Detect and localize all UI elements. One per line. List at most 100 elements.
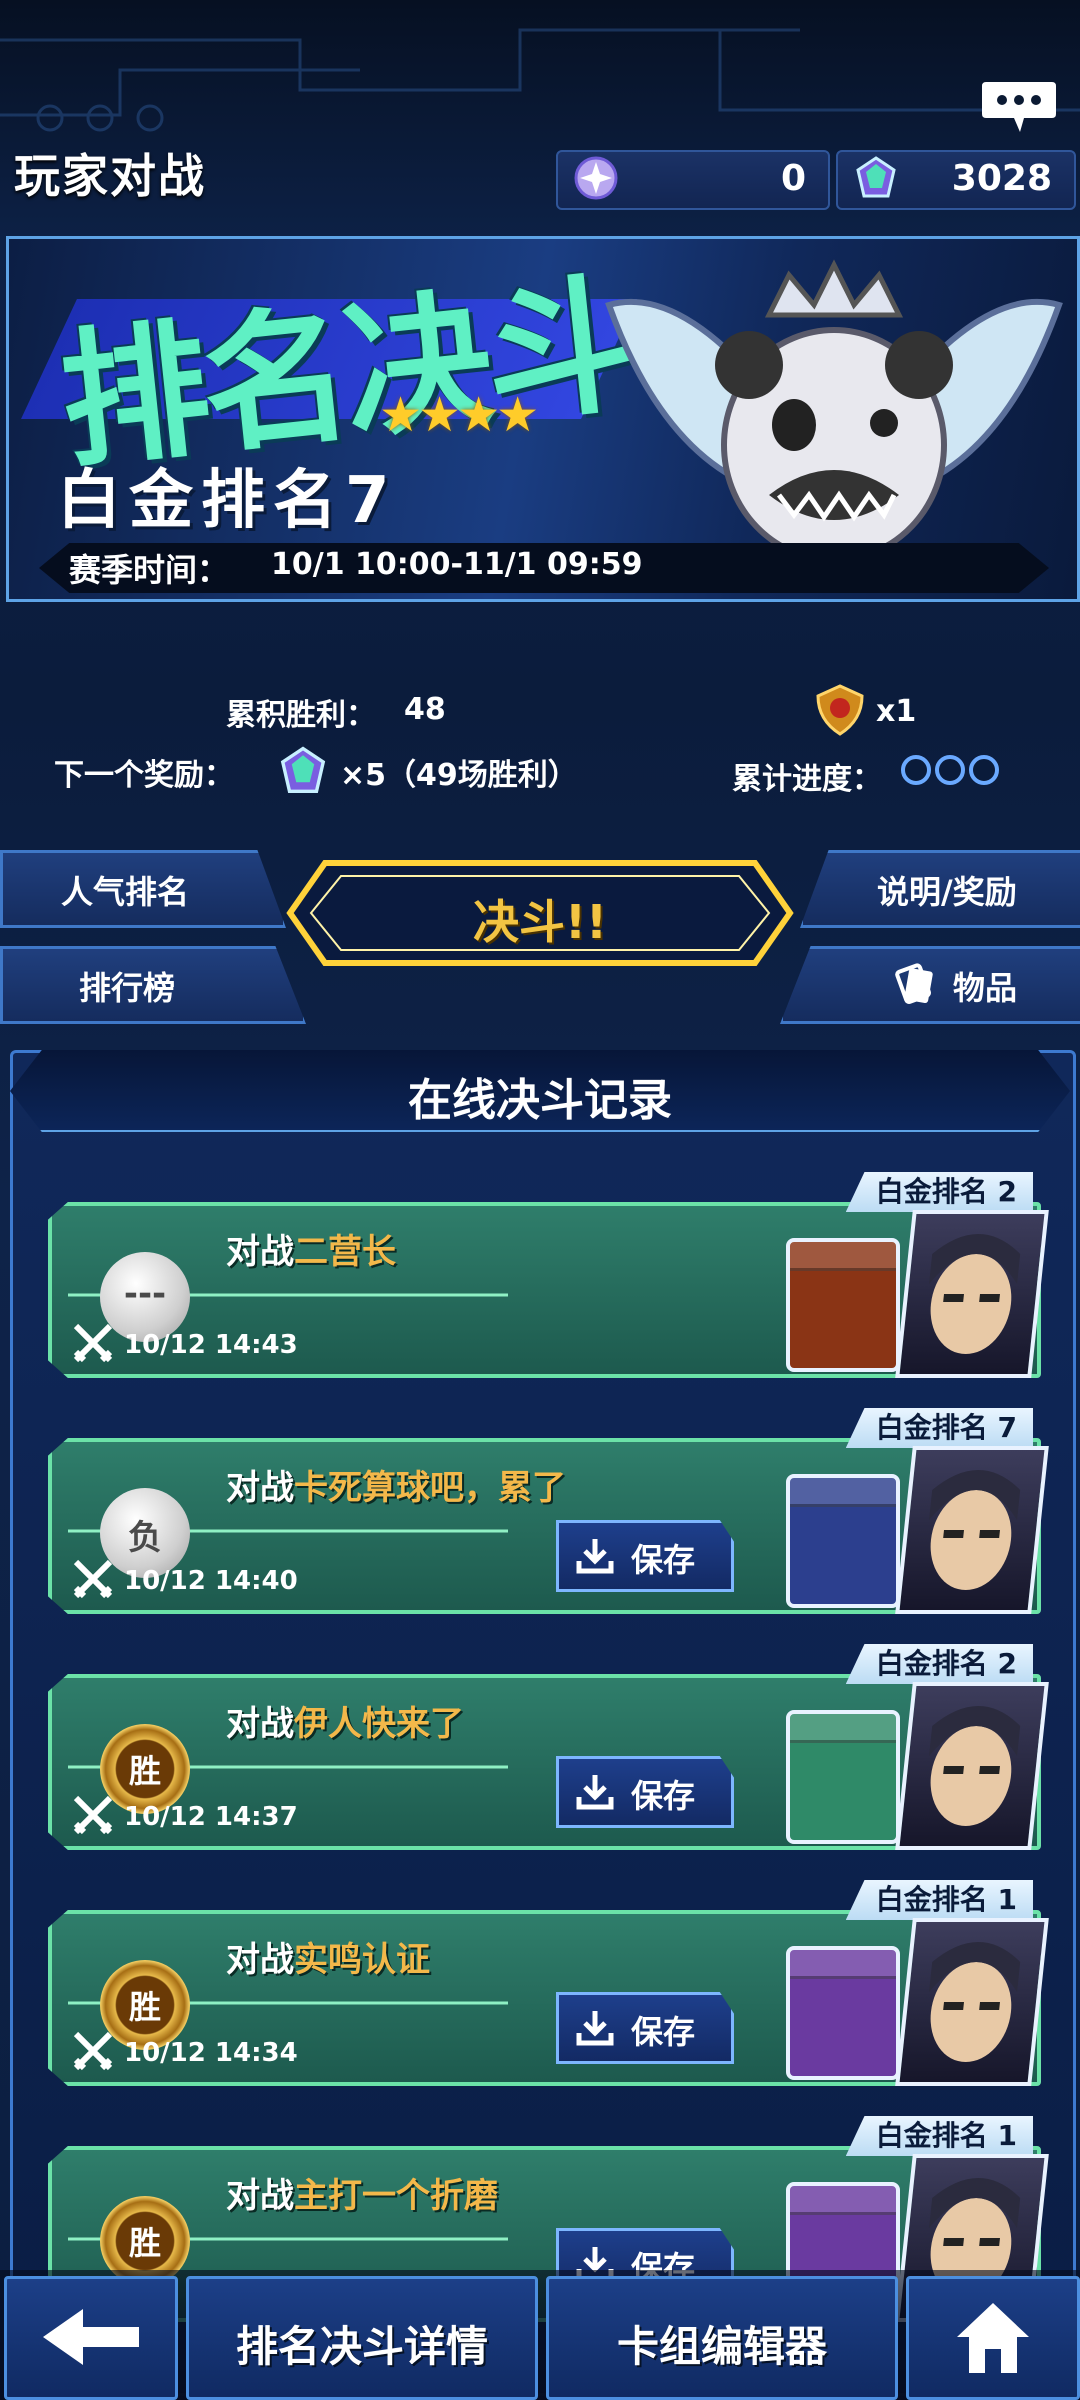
deck-box-icon — [786, 1238, 900, 1372]
home-icon — [957, 2303, 1029, 2373]
save-replay-button[interactable]: 保存 — [556, 1992, 734, 2064]
avatar-face-icon — [929, 1942, 1021, 2062]
duel-record-row[interactable]: 白金排名 7 负 对战卡死算球吧，累了 10/12 14:40 保存 — [48, 1408, 1049, 1614]
save-replay-button[interactable]: 保存 — [556, 1756, 734, 1828]
season-label: 赛季时间： — [69, 551, 230, 589]
duel-swords-icon — [72, 1558, 114, 1600]
save-label: 保存 — [631, 1777, 696, 1815]
chat-icon[interactable] — [980, 78, 1058, 134]
result-label: 胜 — [128, 1752, 161, 1790]
opponent-name[interactable]: 主打一个折磨 — [294, 2176, 498, 2216]
duel-button[interactable]: 决斗!! — [285, 858, 795, 968]
result-label: 胜 — [128, 1988, 161, 2026]
records-title: 在线决斗记录 — [408, 1075, 672, 1126]
save-label: 保存 — [631, 2013, 696, 2051]
result-label: 胜 — [128, 2224, 161, 2262]
next-reward-value: ×5（49场胜利） — [340, 758, 578, 793]
leaderboard-button[interactable]: 排行榜 — [0, 946, 306, 1024]
rank-mascot-icon — [605, 259, 1063, 563]
deck-editor-button[interactable]: 卡组编辑器 — [546, 2276, 898, 2400]
opponent-rank: 白金排名 1 — [845, 2116, 1033, 2156]
download-icon — [576, 1775, 614, 1810]
info-rewards-button[interactable]: 说明/奖励 — [800, 850, 1080, 928]
opponent-line: 对战实鸣认证 — [226, 1932, 430, 1981]
rank-details-button[interactable]: 排名决斗详情 — [186, 2276, 538, 2400]
token-count: x1 — [876, 694, 917, 729]
progress-circles — [901, 755, 999, 785]
versus-prefix: 对战 — [226, 1940, 294, 1980]
versus-prefix: 对战 — [226, 1704, 294, 1744]
download-icon — [576, 2011, 614, 2046]
avatar-face-icon — [929, 1706, 1021, 1826]
deck-box-icon — [786, 1474, 900, 1608]
items-button[interactable]: 物品 — [780, 946, 1080, 1024]
opponent-line: 对战二营长 — [226, 1224, 396, 1273]
opponent-name[interactable]: 实鸣认证 — [294, 1940, 430, 1980]
duel-label: 决斗!! — [473, 895, 607, 949]
rank-stars: ★★★★ — [379, 387, 539, 443]
opponent-line: 对战卡死算球吧，累了 — [226, 1460, 566, 1509]
versus-prefix: 对战 — [226, 2176, 294, 2216]
opponent-line: 对战主打一个折磨 — [226, 2168, 498, 2217]
items-label: 物品 — [953, 969, 1018, 1007]
season-value: 10/1 10:00-11/1 09:59 — [271, 547, 643, 582]
avatar-face-icon — [929, 1470, 1021, 1590]
duel-time: 10/12 14:34 — [124, 2038, 298, 2068]
versus-prefix: 对战 — [226, 1232, 294, 1272]
ranked-duel-banner: 排名决斗 ★★★★ 白金排名7 赛季时间： 10/1 10:00-11/1 09… — [6, 236, 1080, 602]
duel-record-row[interactable]: 白金排名 2 胜 对战伊人快来了 10/12 14:37 保存 — [48, 1644, 1049, 1850]
home-button[interactable] — [906, 2276, 1080, 2400]
rank-details-label: 排名决斗详情 — [235, 2322, 488, 2371]
deck-editor-label: 卡组编辑器 — [616, 2322, 827, 2371]
duel-time: 10/12 14:40 — [124, 1566, 298, 1596]
popular-rank-label: 人气排名 — [61, 873, 190, 911]
progress-label: 累计进度： — [732, 762, 882, 797]
stats-panel: 累积胜利： 48 下一个奖励： ×5（49场胜利） x1 累计进度： — [0, 660, 1080, 840]
page-title: 玩家对战 — [14, 149, 206, 203]
gem-icon — [856, 156, 896, 198]
download-icon — [576, 1539, 614, 1574]
gem-currency: 3028 — [836, 150, 1076, 210]
opponent-avatar[interactable] — [895, 1210, 1049, 1378]
rank-name: 白金排名7 — [57, 464, 398, 538]
back-button[interactable] — [4, 2276, 178, 2400]
orb-count: 0 — [780, 158, 806, 199]
opponent-name[interactable]: 卡死算球吧，累了 — [294, 1468, 566, 1508]
duel-record-row[interactable]: 白金排名 2 --- 对战二营长 10/12 14:43 — [48, 1172, 1049, 1378]
card-items-icon — [895, 963, 933, 1004]
gem-icon — [280, 746, 326, 793]
records-header: 在线决斗记录 — [10, 1050, 1070, 1132]
info-rewards-label: 说明/奖励 — [877, 873, 1017, 911]
opponent-rank: 白金排名 2 — [845, 1644, 1033, 1684]
versus-prefix: 对战 — [226, 1468, 294, 1508]
opponent-avatar[interactable] — [895, 1446, 1049, 1614]
popular-rank-button[interactable]: 人气排名 — [0, 850, 286, 928]
avatar-face-icon — [929, 1234, 1021, 1354]
opponent-avatar[interactable] — [895, 1682, 1049, 1850]
result-label: 负 — [128, 1518, 162, 1558]
duel-record-row[interactable]: 白金排名 1 胜 对战实鸣认证 10/12 14:34 保存 — [48, 1880, 1049, 2086]
orb-icon — [574, 156, 618, 200]
opponent-rank: 白金排名 1 — [845, 1880, 1033, 1920]
back-arrow-icon — [43, 2309, 139, 2365]
next-reward-label: 下一个奖励： — [54, 758, 234, 793]
opponent-name[interactable]: 伊人快来了 — [294, 1704, 464, 1744]
opponent-line: 对战伊人快来了 — [226, 1696, 464, 1745]
save-replay-button[interactable]: 保存 — [556, 1520, 734, 1592]
opponent-name[interactable]: 二营长 — [294, 1232, 396, 1272]
duel-swords-icon — [72, 1322, 114, 1364]
duel-swords-icon — [72, 1794, 114, 1836]
total-wins-label: 累积胜利： — [226, 698, 376, 733]
opponent-rank: 白金排名 7 — [845, 1408, 1033, 1448]
save-label: 保存 — [631, 1541, 696, 1579]
opponent-avatar[interactable] — [895, 1918, 1049, 2086]
duel-swords-icon — [72, 2030, 114, 2072]
deck-box-icon — [786, 1946, 900, 2080]
total-wins-value: 48 — [404, 692, 446, 727]
shield-token-icon — [816, 684, 864, 736]
duel-time: 10/12 14:43 — [124, 1330, 298, 1360]
result-label: --- — [123, 1274, 167, 1314]
duel-time: 10/12 14:37 — [124, 1802, 298, 1832]
orb-currency: 0 — [556, 150, 830, 210]
gem-count: 3028 — [951, 158, 1052, 199]
